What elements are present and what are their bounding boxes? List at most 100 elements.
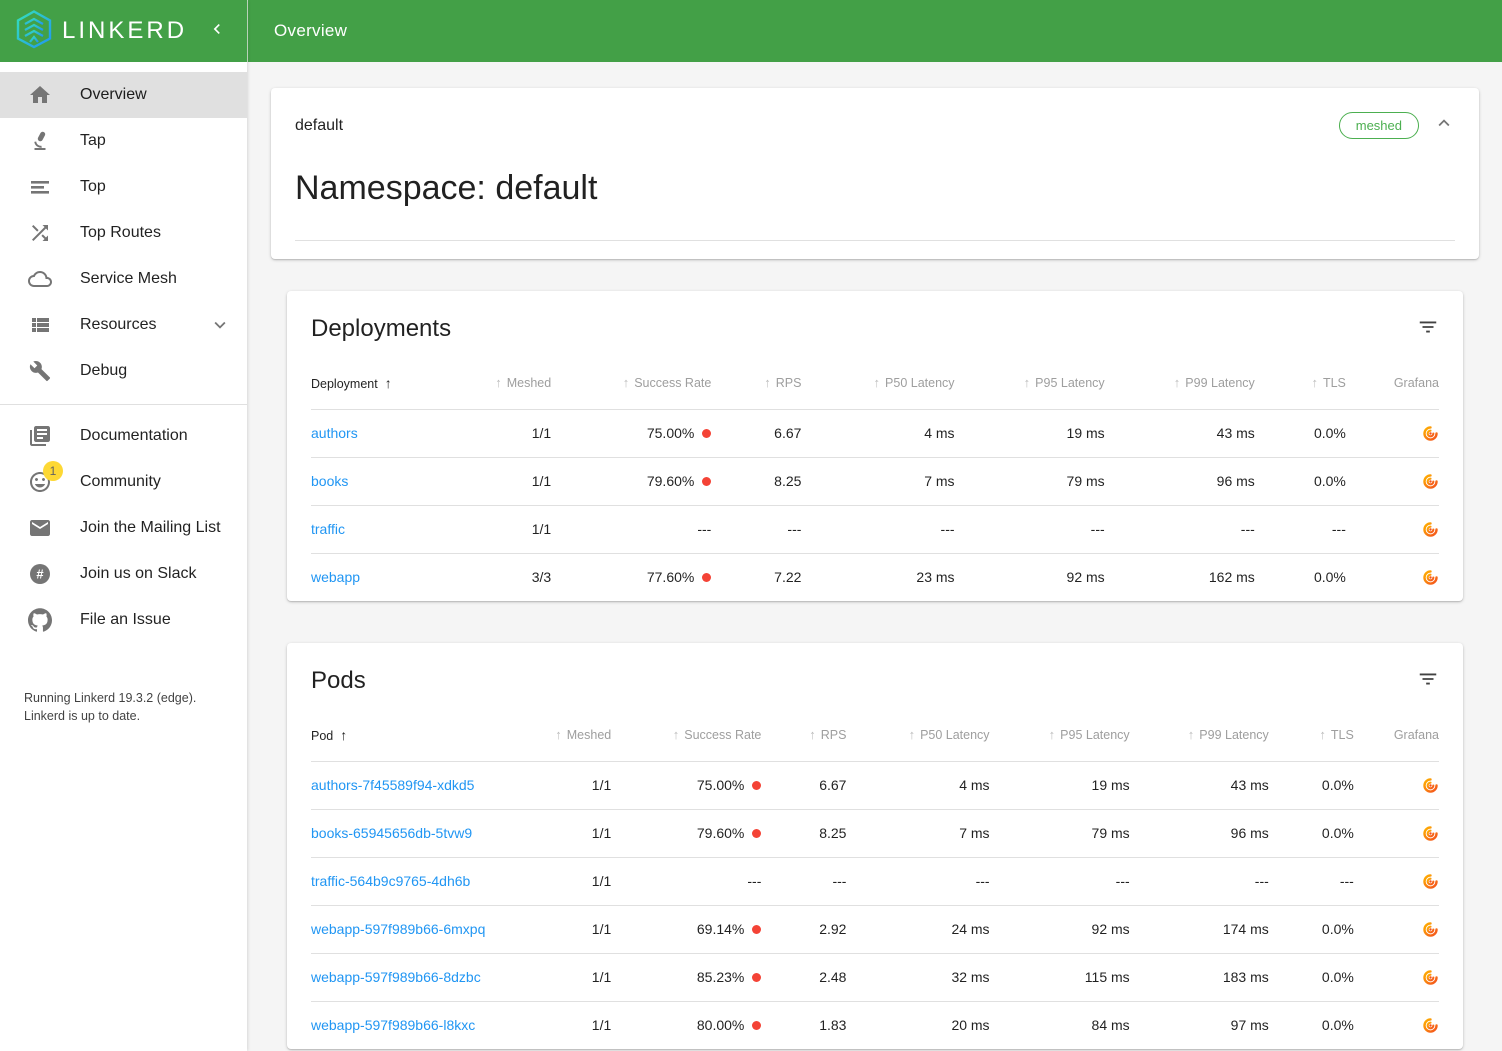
sidebar-item-slack[interactable]: # Join us on Slack	[0, 551, 247, 597]
sidebar-item-service-mesh[interactable]: Service Mesh	[0, 256, 247, 302]
grafana-icon[interactable]	[1422, 777, 1439, 794]
pod-link[interactable]: traffic-564b9c9765-4dh6b	[311, 873, 470, 889]
filter-button[interactable]	[1417, 316, 1439, 343]
column-header-rps[interactable]: RPS	[761, 709, 846, 761]
column-header-tls[interactable]: TLS	[1269, 709, 1354, 761]
sidebar-item-top[interactable]: Top	[0, 164, 247, 210]
grafana-icon[interactable]	[1422, 521, 1439, 538]
column-header-deployment[interactable]: Deployment	[311, 357, 461, 409]
grafana-icon[interactable]	[1422, 969, 1439, 986]
grafana-icon[interactable]	[1422, 425, 1439, 442]
deployments-table: Deployment Meshed Success Rate RPS P50 L…	[311, 357, 1439, 601]
grafana-icon[interactable]	[1422, 569, 1439, 586]
status-dot	[702, 477, 711, 486]
grafana-icon[interactable]	[1422, 921, 1439, 938]
envelope-icon	[28, 516, 52, 540]
filter-button[interactable]	[1417, 668, 1439, 695]
sidebar-item-top-routes[interactable]: Top Routes	[0, 210, 247, 256]
meshed-cell: 1/1	[461, 505, 551, 553]
sidebar-item-community[interactable]: 1 Community	[0, 459, 247, 505]
sort-arrow-icon	[333, 729, 347, 743]
deployment-link[interactable]: authors	[311, 425, 358, 441]
rps-cell: 8.25	[711, 457, 801, 505]
divider	[295, 240, 1455, 241]
collapse-section-button[interactable]	[1433, 112, 1455, 139]
rps-cell: 2.92	[761, 905, 846, 953]
tls-cell: 0.0%	[1269, 905, 1354, 953]
p95-cell: 19 ms	[955, 409, 1105, 457]
grafana-icon[interactable]	[1422, 1017, 1439, 1034]
column-header-p95[interactable]: P95 Latency	[955, 357, 1105, 409]
meshed-badge: meshed	[1339, 112, 1419, 139]
pod-link[interactable]: webapp-597f989b66-8dzbc	[311, 969, 481, 985]
column-header-rps[interactable]: RPS	[711, 357, 801, 409]
sidebar-item-documentation[interactable]: Documentation	[0, 413, 247, 459]
meshed-cell: 1/1	[521, 1001, 611, 1049]
pod-link[interactable]: authors-7f45589f94-xdkd5	[311, 777, 474, 793]
main-area: Overview default meshed Namespa	[247, 0, 1502, 1051]
grafana-icon[interactable]	[1422, 873, 1439, 890]
column-header-p50[interactable]: P50 Latency	[846, 709, 989, 761]
sidebar-item-debug[interactable]: Debug	[0, 348, 247, 394]
column-header-pod[interactable]: Pod	[311, 709, 521, 761]
table-header-row: Pod Meshed Success Rate RPS P50 Latency …	[311, 709, 1439, 761]
column-header-meshed[interactable]: Meshed	[461, 357, 551, 409]
table-row: webapp-597f989b66-l8kxc 1/1 80.00% 1.83 …	[311, 1001, 1439, 1049]
tls-cell: 0.0%	[1269, 1001, 1354, 1049]
slack-icon: #	[28, 562, 52, 586]
p95-cell: 92 ms	[955, 553, 1105, 601]
table-row: authors-7f45589f94-xdkd5 1/1 75.00% 6.67…	[311, 761, 1439, 809]
column-header-success-rate[interactable]: Success Rate	[611, 709, 761, 761]
p99-cell: ---	[1105, 505, 1255, 553]
rps-cell: ---	[711, 505, 801, 553]
deployment-link[interactable]: books	[311, 473, 348, 489]
grafana-icon[interactable]	[1422, 473, 1439, 490]
sidebar-item-file-issue[interactable]: File an Issue	[0, 597, 247, 643]
success-rate-cell: 75.00%	[551, 409, 711, 457]
tap-icon	[28, 129, 52, 153]
rps-cell: 7.22	[711, 553, 801, 601]
tls-cell: ---	[1269, 857, 1354, 905]
column-header-p95[interactable]: P95 Latency	[990, 709, 1130, 761]
success-rate-cell: 75.00%	[611, 761, 761, 809]
sidebar-header: LINKERD	[0, 0, 247, 62]
column-header-p99[interactable]: P99 Latency	[1130, 709, 1269, 761]
column-header-meshed[interactable]: Meshed	[521, 709, 611, 761]
filter-icon	[1417, 316, 1439, 343]
sort-arrow-icon	[909, 728, 921, 742]
chevron-down-icon	[209, 314, 231, 336]
top-app-bar: Overview	[247, 0, 1502, 62]
deployment-link[interactable]: traffic	[311, 521, 345, 537]
sidebar-item-label: Service Mesh	[80, 270, 231, 288]
linkerd-logo-link[interactable]: LINKERD	[14, 9, 207, 54]
version-status-line: Linkerd is up to date.	[24, 707, 227, 725]
table-row: webapp 3/3 77.60% 7.22 23 ms 92 ms 162 m…	[311, 553, 1439, 601]
status-dot	[752, 829, 761, 838]
brand-wordmark: LINKERD	[62, 17, 187, 45]
success-rate-cell: 85.23%	[611, 953, 761, 1001]
sidebar-item-overview[interactable]: Overview	[0, 72, 247, 118]
sidebar-item-mailing-list[interactable]: Join the Mailing List	[0, 505, 247, 551]
pod-link[interactable]: webapp-597f989b66-l8kxc	[311, 1017, 475, 1033]
p50-cell: 7 ms	[801, 457, 954, 505]
sidebar-collapse-button[interactable]	[207, 19, 237, 44]
success-rate-cell: 69.14%	[611, 905, 761, 953]
meshed-cell: 3/3	[461, 553, 551, 601]
tls-cell: 0.0%	[1255, 409, 1346, 457]
pods-table: Pod Meshed Success Rate RPS P50 Latency …	[311, 709, 1439, 1049]
column-header-grafana: Grafana	[1346, 357, 1439, 409]
tls-cell: 0.0%	[1269, 761, 1354, 809]
column-header-tls[interactable]: TLS	[1255, 357, 1346, 409]
sidebar-item-tap[interactable]: Tap	[0, 118, 247, 164]
svg-text:#: #	[36, 567, 44, 582]
column-header-success-rate[interactable]: Success Rate	[551, 357, 711, 409]
deployment-link[interactable]: webapp	[311, 569, 360, 585]
pod-link[interactable]: books-65945656db-5tvw9	[311, 825, 472, 841]
sidebar-item-resources[interactable]: Resources	[0, 302, 247, 348]
column-header-p99[interactable]: P99 Latency	[1105, 357, 1255, 409]
status-dot	[752, 925, 761, 934]
grafana-icon[interactable]	[1422, 825, 1439, 842]
pod-link[interactable]: webapp-597f989b66-6mxpq	[311, 921, 485, 937]
table-row: authors 1/1 75.00% 6.67 4 ms 19 ms 43 ms…	[311, 409, 1439, 457]
column-header-p50[interactable]: P50 Latency	[801, 357, 954, 409]
